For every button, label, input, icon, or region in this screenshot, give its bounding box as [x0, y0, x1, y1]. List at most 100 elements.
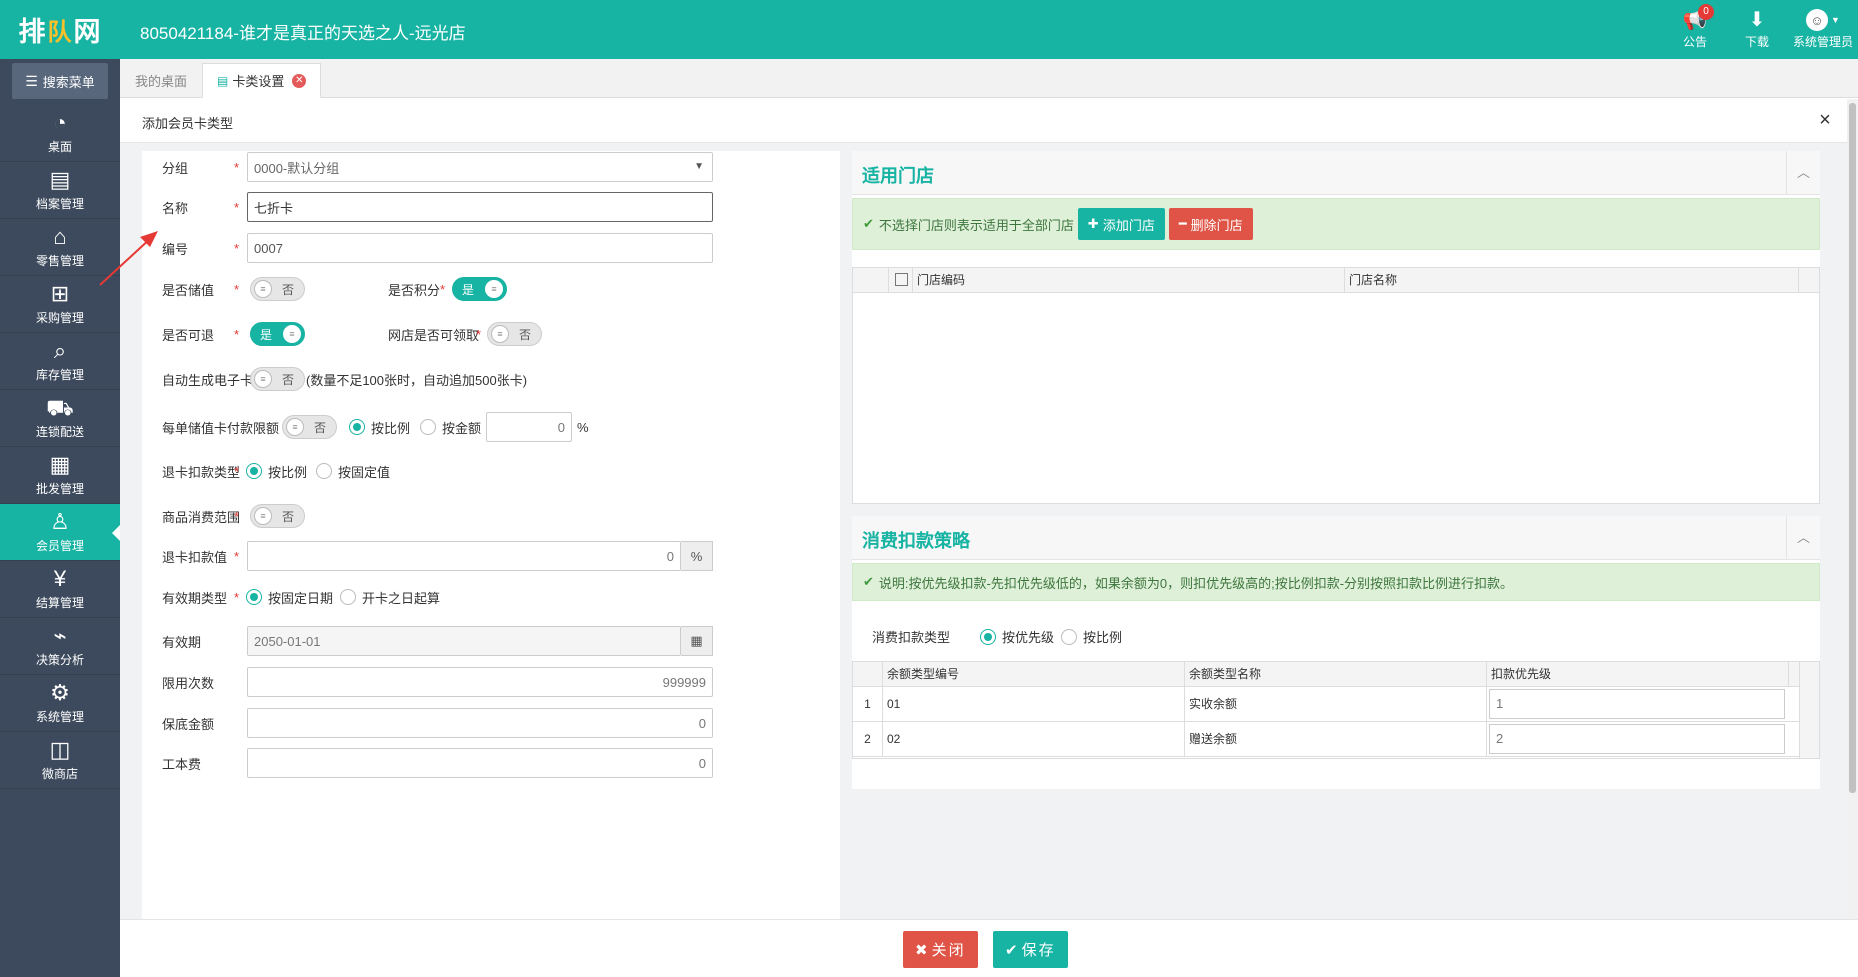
notice-button[interactable]: 📢 0 公告 [1664, 0, 1726, 59]
sidebar-item-inventory[interactable]: ⌕ 库存管理 [0, 333, 120, 390]
toggle-state: 否 [313, 420, 326, 435]
sidebar-item-archive[interactable]: ▤ 档案管理 [0, 162, 120, 219]
table-row[interactable]: 2 02 赠送余额 2 [853, 722, 1819, 757]
sidebar-item-member[interactable]: ♙ 会员管理 [0, 504, 120, 561]
store-title: 8050421184-谁才是真正的天选之人-远光店 [140, 24, 466, 43]
pay-limit-value-input[interactable]: 0 [486, 412, 572, 442]
sidebar-item-label: 库存管理 [35, 368, 84, 382]
pay-limit-by-ratio-radio[interactable]: 按比例 [349, 418, 410, 437]
min-amount-input[interactable]: 0 [247, 708, 713, 738]
scrollbar-thumb[interactable] [1849, 103, 1856, 793]
brand-logo[interactable]: 排 队 网 [0, 0, 120, 59]
refund-by-fixed-radio[interactable]: 按固定值 [316, 462, 390, 481]
calendar-icon[interactable]: ▦ [681, 626, 713, 656]
select-all-checkbox[interactable] [895, 273, 908, 287]
notice-count-badge: 0 [1698, 4, 1714, 20]
grid-header-spacer [853, 662, 883, 687]
validity-date-input[interactable]: 2050-01-01 [247, 626, 681, 656]
dialog-footer: ✖ 关闭 ✔ 保存 [120, 919, 1858, 977]
sidebar-item-wholesale[interactable]: ▦ 批发管理 [0, 447, 120, 504]
user-menu[interactable]: ☺ ▼ 系统管理员 [1788, 0, 1858, 59]
auto-ecard-toggle[interactable]: ≡ 否 [250, 367, 305, 391]
save-button[interactable]: ✔ 保存 [993, 931, 1068, 968]
deduct-by-ratio-radio[interactable]: 按比例 [1061, 627, 1122, 646]
sidebar-item-distribution[interactable]: ⛟ 连锁配送 [0, 390, 120, 447]
download-button[interactable]: ⬇ 下载 [1726, 0, 1788, 59]
sidebar-item-label: 零售管理 [35, 254, 84, 268]
col-store-code: 门店编码 [913, 268, 1345, 293]
caret-down-icon: ▼ [1831, 15, 1840, 25]
deduct-panel: 消费扣款策略 ︿ ✔ 说明:按优先级扣款-先扣优先级低的，如果余额为0，则扣优先… [852, 516, 1820, 789]
balance-code-cell: 01 [883, 687, 1185, 722]
points-toggle[interactable]: 是 ≡ [452, 277, 507, 301]
refund-value-input[interactable]: 0 [247, 541, 681, 571]
group-select-value: 0000-默认分组 [254, 160, 340, 176]
online-claim-toggle[interactable]: ≡ 否 [487, 322, 542, 346]
sidebar-item-label: 采购管理 [35, 311, 84, 325]
page-scrollbar[interactable] [1847, 99, 1858, 919]
priority-input[interactable]: 1 [1489, 689, 1785, 719]
close-tab-icon[interactable]: ✕ [292, 73, 307, 88]
tab-card-settings[interactable]: ▤ 卡类设置 ✕ [202, 63, 322, 98]
required-mark: * [440, 281, 446, 297]
sidebar-item-settlement[interactable]: ¥ 结算管理 [0, 561, 120, 618]
grid-header-select-cell [889, 268, 913, 293]
use-limit-input[interactable]: 999999 [247, 667, 713, 697]
scope-toggle[interactable]: ≡ 否 [250, 504, 305, 528]
validity-fixed-date-radio[interactable]: 按固定日期 [246, 588, 333, 607]
chevron-up-icon[interactable]: ︿ [1786, 516, 1820, 560]
dialog-close-icon[interactable]: × [1813, 109, 1837, 133]
labor-fee-input[interactable]: 0 [247, 748, 713, 778]
stores-panel-title: 适用门店 [862, 166, 934, 186]
sidebar-item-system[interactable]: ⚙ 系统管理 [0, 675, 120, 732]
pay-limit-label: 每单储值卡付款限额 [162, 420, 280, 436]
radio-label: 按比例 [1083, 630, 1123, 645]
deduct-by-priority-radio[interactable]: 按优先级 [980, 627, 1054, 646]
refundable-label: 是否可退 [162, 327, 215, 343]
required-mark: * [234, 159, 240, 175]
grid-scrollbar[interactable] [1799, 662, 1819, 758]
stored-value-toggle[interactable]: ≡ 否 [250, 277, 305, 301]
group-select[interactable]: 0000-默认分组 ▼ [247, 152, 713, 182]
check-icon: ✔ [1005, 941, 1020, 959]
toggle-state: 否 [281, 509, 294, 524]
close-button[interactable]: ✖ 关闭 [903, 931, 978, 968]
row-number: 2 [853, 722, 883, 757]
deduct-type-label: 消费扣款类型 [872, 630, 951, 645]
code-input[interactable]: 0007 [247, 233, 713, 263]
refundable-toggle[interactable]: 是 ≡ [250, 322, 305, 346]
validity-from-open-radio[interactable]: 开卡之日起算 [340, 588, 440, 607]
dialog-body: 分组 * 0000-默认分组 ▼ 名称 * 七折卡 编号 * 0007 是否储值… [120, 143, 1847, 919]
table-row[interactable]: 1 01 实收余额 1 [853, 687, 1819, 722]
name-input[interactable]: 七折卡 [247, 192, 713, 222]
download-label: 下载 [1744, 35, 1769, 49]
archive-icon: ▤ [49, 167, 71, 192]
refund-by-ratio-radio[interactable]: 按比例 [246, 462, 307, 481]
close-button-label: 关闭 [931, 942, 966, 959]
sidebar-search-button[interactable]: ☰ 搜索菜单 [12, 63, 108, 99]
pay-limit-by-amount-radio[interactable]: 按金额 [420, 418, 481, 437]
stores-grid: 门店编码 门店名称 [852, 267, 1820, 504]
logo-char-2: 队 [47, 19, 73, 46]
sidebar-item-label: 连锁配送 [35, 425, 84, 439]
deduct-alert-text: 说明:按优先级扣款-先扣优先级低的，如果余额为0，则扣优先级高的;按比例扣款-分… [878, 575, 1514, 591]
pay-limit-toggle[interactable]: ≡ 否 [282, 415, 337, 439]
wholesale-icon: ▦ [49, 452, 71, 477]
required-mark: * [476, 326, 482, 342]
delete-store-button[interactable]: ━ 删除门店 [1168, 208, 1253, 240]
radio-label: 开卡之日起算 [362, 590, 441, 606]
refund-value-label: 退卡扣款值 [162, 549, 228, 565]
chevron-up-icon[interactable]: ︿ [1786, 151, 1820, 195]
priority-input[interactable]: 2 [1489, 724, 1785, 754]
use-limit-label: 限用次数 [162, 675, 215, 691]
toggle-state: 否 [281, 372, 294, 387]
required-mark: * [234, 589, 240, 605]
sidebar-item-microshop[interactable]: ◫ 微商店 [0, 732, 120, 789]
required-mark: * [234, 548, 240, 564]
sidebar-item-desktop[interactable]: ◔ 桌面 [0, 105, 120, 162]
tab-my-desktop[interactable]: 我的桌面 [120, 63, 202, 98]
check-icon: ✔ [863, 216, 874, 231]
online-claim-label: 网店是否可领取 [388, 327, 480, 343]
sidebar-item-analysis[interactable]: ⌁ 决策分析 [0, 618, 120, 675]
add-store-button[interactable]: ✚ 添加门店 [1077, 208, 1165, 240]
